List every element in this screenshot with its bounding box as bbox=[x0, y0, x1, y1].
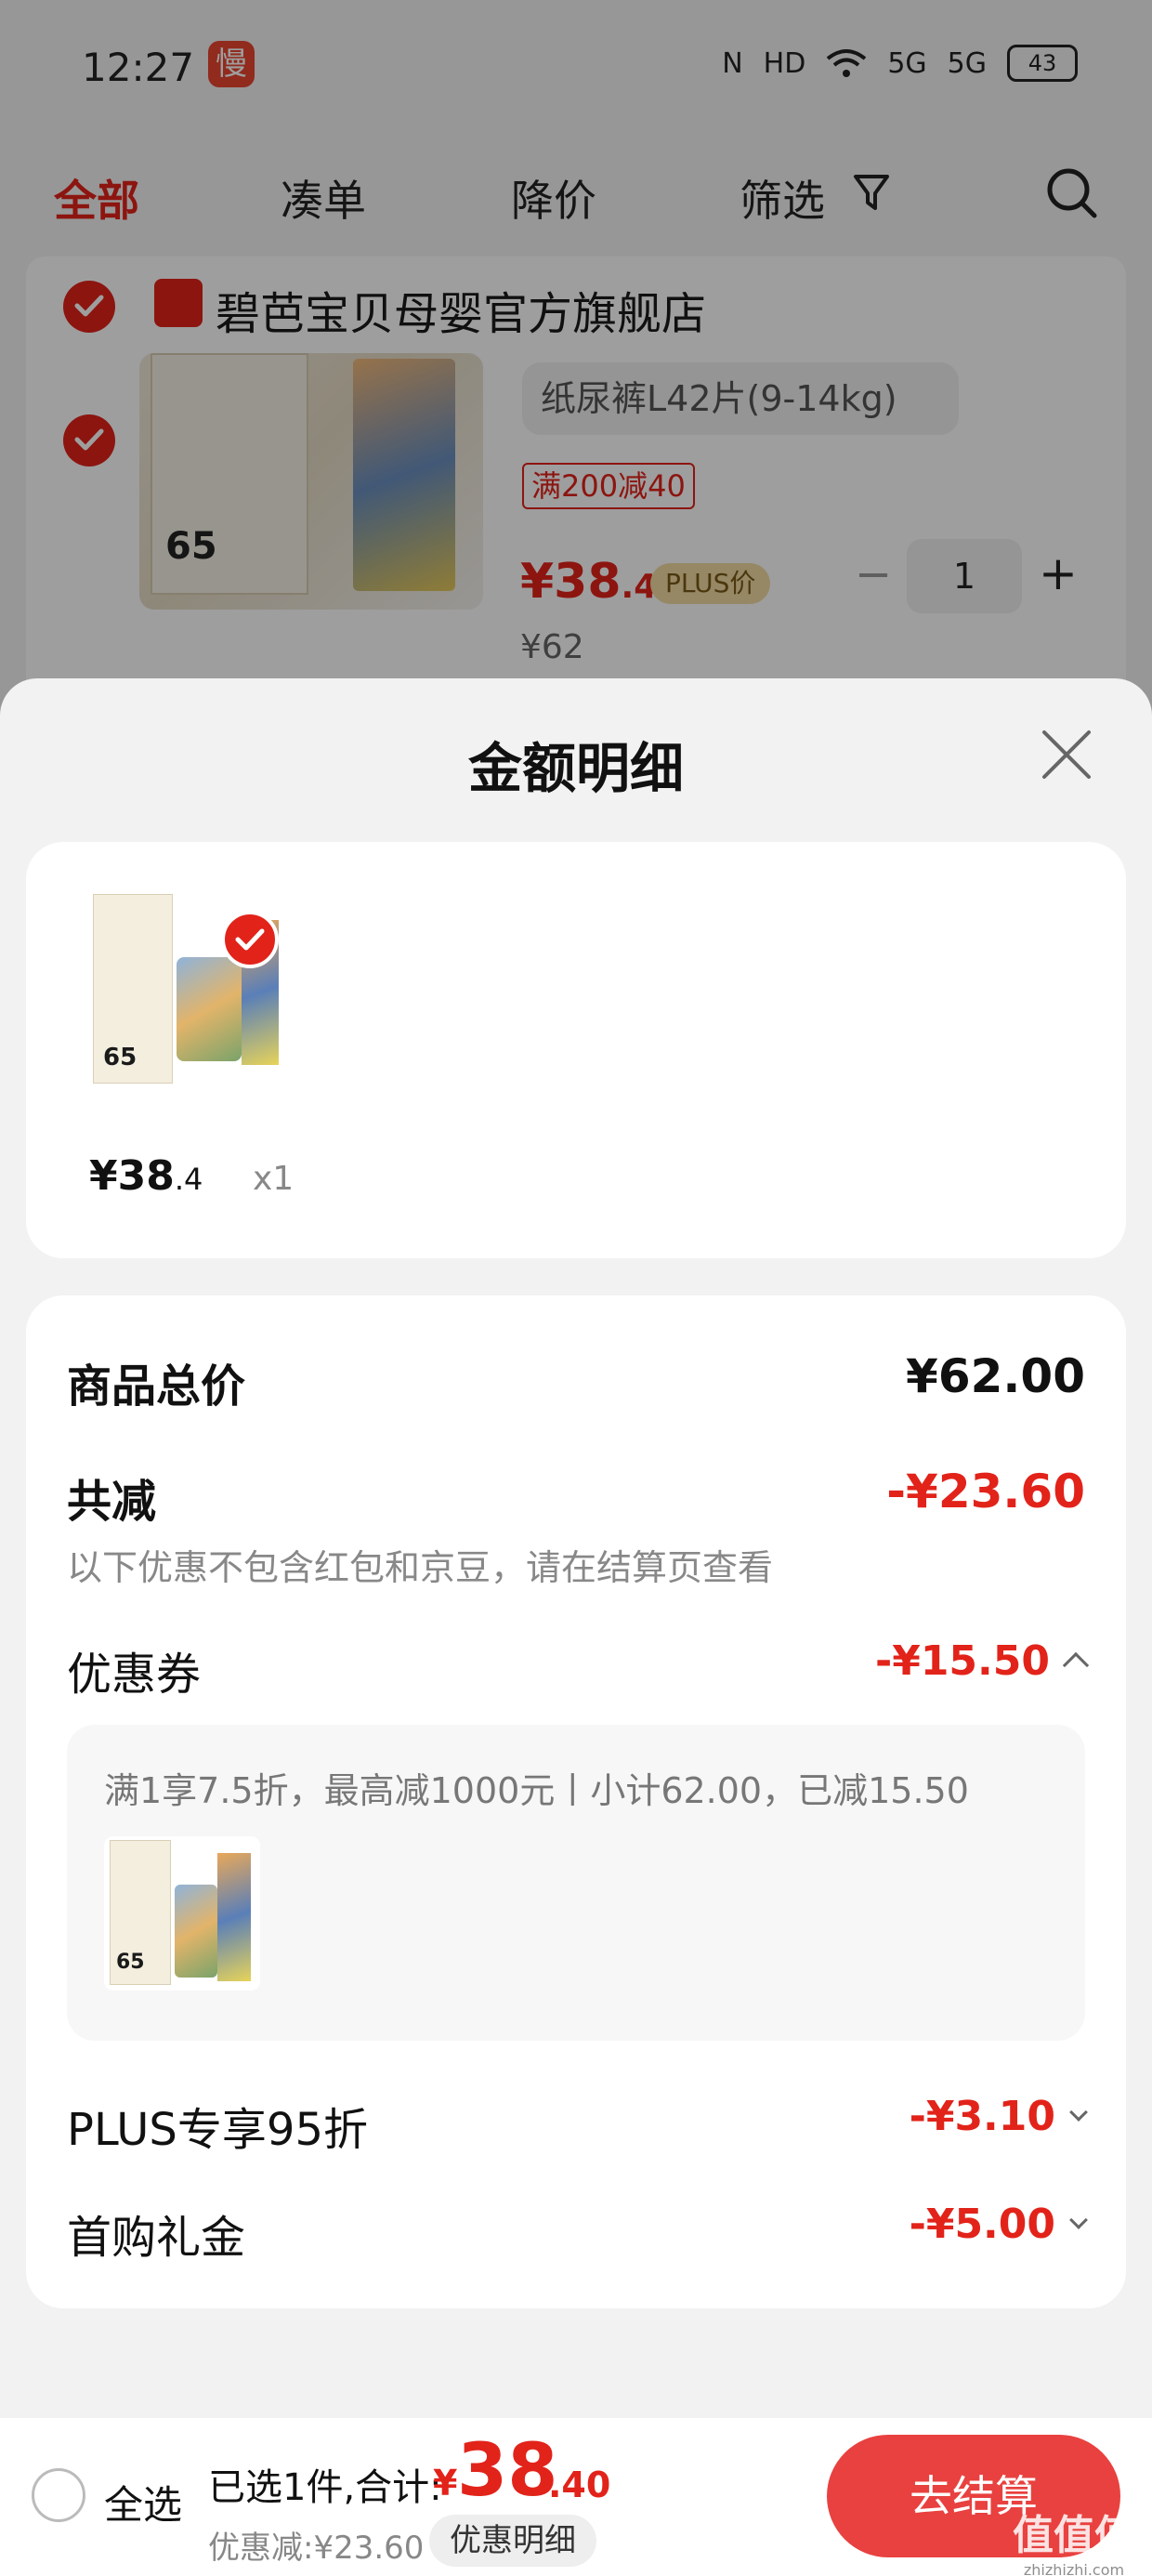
saved-amount: 优惠减:¥23.60 bbox=[208, 2530, 425, 2567]
plus-discount-label: PLUS专享95折 bbox=[67, 2104, 368, 2156]
watermark-sub: zhizhizhi.com bbox=[1023, 2561, 1125, 2576]
coupon-value: -¥15.50 bbox=[874, 1637, 1050, 1685]
quantity-stepper: − 1 + bbox=[855, 539, 1078, 613]
decrease-button[interactable]: − bbox=[855, 548, 892, 600]
total-price-value: ¥62.00 bbox=[906, 1349, 1085, 1403]
hd-icon: HD bbox=[763, 46, 806, 80]
wifi-icon bbox=[827, 49, 867, 77]
variant-label: 纸尿裤L42片(9-14kg) bbox=[541, 378, 897, 419]
total-amount-decimal: .40 bbox=[548, 2464, 611, 2505]
signal-icon: 5G bbox=[887, 46, 927, 80]
tab-filter[interactable]: 筛选 bbox=[740, 167, 825, 229]
discount-note: 以下优惠不包含红包和京豆，请在结算页查看 bbox=[67, 1547, 774, 1588]
total-discount-label: 共减 bbox=[67, 1476, 157, 1528]
item-quantity: x1 bbox=[253, 1160, 295, 1198]
first-purchase-label: 首购礼金 bbox=[67, 2212, 246, 2264]
variant-selector[interactable]: 纸尿裤L42片(9-14kg) bbox=[522, 362, 959, 435]
coupon-detail-text: 满1享7.5折，最高减1000元丨小计62.00，已减15.50 bbox=[104, 1770, 969, 1811]
total-currency: ¥ bbox=[433, 2463, 458, 2504]
tab-bundle[interactable]: 凑单 bbox=[281, 167, 366, 229]
item-price: ¥38.4 bbox=[89, 1152, 203, 1200]
nfc-icon: N bbox=[722, 46, 743, 80]
first-purchase-toggle[interactable]: -¥5.00 bbox=[909, 2201, 1088, 2248]
discount-detail-button[interactable]: 优惠明细 bbox=[429, 2515, 596, 2567]
plus-discount-value: -¥3.10 bbox=[909, 2093, 1055, 2140]
tab-all[interactable]: 全部 bbox=[54, 167, 139, 229]
product-price: ¥38.4 bbox=[520, 554, 657, 610]
total-amount: 38 bbox=[457, 2429, 558, 2513]
app-badge-icon: 慢 bbox=[208, 41, 255, 87]
select-all-radio[interactable] bbox=[32, 2468, 85, 2522]
thumb-box-front: 65 bbox=[93, 894, 173, 1084]
coupon-thumb-number: 65 bbox=[116, 1951, 145, 1974]
coupon-row-toggle[interactable]: -¥15.50 bbox=[874, 1637, 1090, 1685]
cart-page: 12:27 慢 N HD 5G 5G 43 全部 凑单 降价 筛选 碧芭宝贝母婴… bbox=[0, 0, 1152, 721]
promo-tag: 满200减40 bbox=[522, 463, 695, 509]
sheet-title: 金额明细 bbox=[467, 737, 684, 800]
product-price-main: ¥38 bbox=[520, 554, 622, 610]
product-image-number: 65 bbox=[165, 525, 217, 568]
item-checkbox[interactable] bbox=[63, 414, 115, 467]
store-icon bbox=[154, 279, 203, 327]
chevron-down-icon bbox=[1069, 2103, 1088, 2122]
thumb-pack bbox=[177, 957, 242, 1061]
first-purchase-value: -¥5.00 bbox=[909, 2201, 1055, 2248]
status-bar: 12:27 慢 N HD 5G 5G 43 bbox=[0, 0, 1152, 130]
total-discount-value: -¥23.60 bbox=[886, 1465, 1085, 1518]
total-price-label: 商品总价 bbox=[67, 1360, 246, 1413]
battery-icon: 43 bbox=[1007, 45, 1078, 82]
signal-icon-2: 5G bbox=[947, 46, 987, 80]
cart-tabs: 全部 凑单 降价 筛选 bbox=[0, 158, 1152, 232]
coupon-label: 优惠券 bbox=[67, 1649, 202, 1701]
selection-summary: 已选1件,合计: bbox=[208, 2466, 442, 2509]
plus-price-tag: PLUS价 bbox=[650, 563, 771, 604]
coupon-item-thumbnail: 65 bbox=[104, 1836, 260, 1991]
increase-button[interactable]: + bbox=[1039, 546, 1078, 600]
item-price-decimal: .4 bbox=[174, 1162, 203, 1197]
original-price: ¥62 bbox=[520, 628, 584, 666]
store-checkbox[interactable] bbox=[63, 281, 115, 333]
thumb-number: 65 bbox=[103, 1044, 137, 1071]
select-all-label[interactable]: 全选 bbox=[104, 2474, 182, 2530]
chevron-up-icon bbox=[1062, 1651, 1090, 1679]
item-selected-check-icon bbox=[221, 911, 279, 968]
filter-icon[interactable] bbox=[853, 173, 890, 214]
product-box-side bbox=[353, 359, 455, 591]
quantity-value[interactable]: 1 bbox=[907, 539, 1022, 613]
store-name[interactable]: 碧芭宝贝母婴官方旗舰店 bbox=[216, 277, 706, 342]
coupon-thumb-box-side bbox=[217, 1853, 251, 1981]
chevron-down-icon bbox=[1069, 2211, 1088, 2229]
item-price-main: ¥38 bbox=[89, 1152, 175, 1200]
watermark-text: 值值值 bbox=[1013, 2512, 1135, 2559]
product-image[interactable]: 65 bbox=[139, 353, 483, 610]
coupon-thumb-pack bbox=[175, 1885, 217, 1978]
plus-discount-toggle[interactable]: -¥3.10 bbox=[909, 2093, 1088, 2140]
tab-price-drop[interactable]: 降价 bbox=[511, 167, 596, 229]
close-icon[interactable] bbox=[1039, 727, 1094, 782]
search-icon[interactable] bbox=[1044, 165, 1100, 221]
watermark: 值值值 zhizhizhi.com bbox=[1013, 2502, 1135, 2576]
status-icons: N HD 5G 5G 43 bbox=[722, 45, 1078, 82]
status-time: 12:27 bbox=[82, 45, 195, 90]
coupon-thumb-box-front: 65 bbox=[110, 1840, 171, 1985]
